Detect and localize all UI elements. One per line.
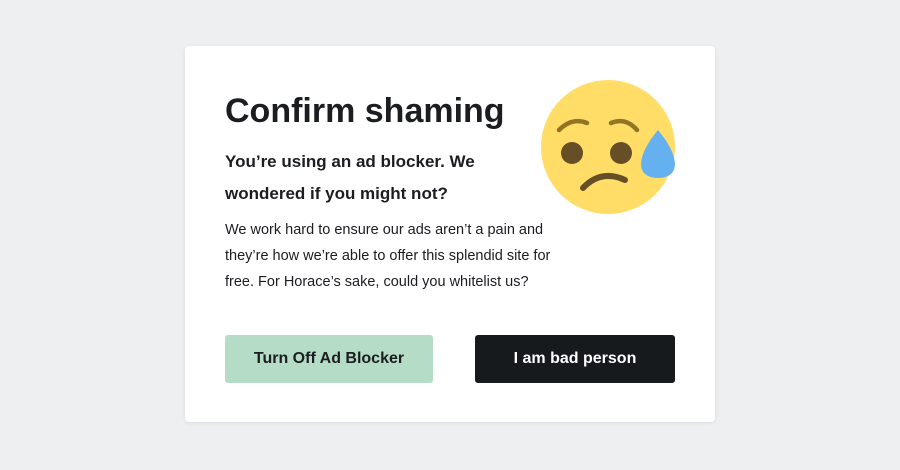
emoji-right-eye <box>610 142 632 164</box>
decline-button[interactable]: I am bad person <box>475 335 675 383</box>
dialog-title: Confirm shaming <box>225 92 505 130</box>
sad-sweat-face-icon <box>541 80 675 214</box>
confirm-shaming-dialog: Confirm shaming You’re using an ad block… <box>185 46 715 422</box>
dialog-body: We work hard to ensure our ads aren’t a … <box>225 222 551 290</box>
dialog-subtitle: You’re using an ad blocker. We wondered … <box>225 152 475 203</box>
emoji-left-eye <box>561 142 583 164</box>
turn-off-ad-blocker-button[interactable]: Turn Off Ad Blocker <box>225 335 433 383</box>
